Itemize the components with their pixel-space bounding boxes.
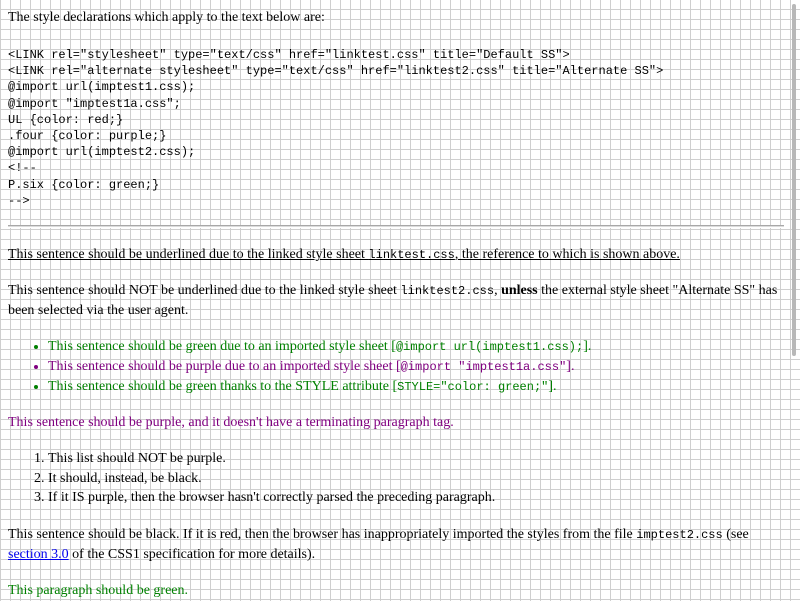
list-item: This list should NOT be purple. [48, 449, 784, 469]
unless-bold: unless [501, 283, 538, 299]
code-line: <LINK rel="alternate stylesheet" type="t… [8, 64, 664, 79]
vertical-scrollbar[interactable] [790, 0, 798, 600]
underlined-paragraph: This sentence should be underlined due t… [8, 245, 784, 265]
list-item-green-style-attr: This sentence should be green thanks to … [48, 377, 784, 397]
list-item-text: This sentence should be green due to an … [48, 339, 396, 355]
linktest2-code: linktest2.css [400, 284, 495, 299]
code-line: .four {color: purple;} [8, 129, 167, 144]
code-line: @import url(imptest1.css); [8, 80, 196, 95]
scrollbar-thumb[interactable] [792, 4, 796, 356]
list-item-end: ]. [566, 359, 575, 375]
intro-text: The style declarations which apply to th… [8, 10, 325, 25]
purple-paragraph: This sentence should be purple, and it d… [8, 415, 454, 431]
style-attr-code: STYLE="color: green;" [397, 380, 549, 395]
black-text: This sentence should be black. If it is … [8, 526, 637, 542]
list-item-green-import: This sentence should be green due to an … [48, 337, 784, 357]
code-line: <!-- [8, 161, 37, 176]
not-underlined-text: This sentence should NOT be underlined d… [8, 283, 401, 299]
code-line: P.six {color: green;} [8, 177, 160, 192]
list-item-text: This sentence should be green thanks to … [48, 379, 398, 395]
list-item: It should, instead, be black. [48, 469, 784, 489]
ordered-list: This list should NOT be purple. It shoul… [8, 449, 784, 508]
not-underlined-comma: , [494, 283, 502, 299]
import-code: @import "imptest1a.css" [400, 360, 567, 375]
list-item-end: ]. [583, 339, 592, 355]
code-line: @import "imptest1a.css"; [8, 96, 181, 111]
style-declarations-code: <LINK rel="stylesheet" type="text/css" h… [8, 47, 784, 209]
separator-rule [8, 225, 784, 229]
list-item-text: This sentence should be purple due to an… [48, 359, 401, 375]
code-line: @import url(imptest2.css); [8, 145, 196, 160]
black-paragraph: This sentence should be black. If it is … [8, 525, 784, 565]
green-paragraph: This paragraph should be green. [8, 582, 188, 598]
code-line: <LINK rel="stylesheet" type="text/css" h… [8, 48, 570, 62]
underlined-text-end: , the reference to which is shown above. [454, 247, 680, 263]
black-text-middle: (see [722, 526, 749, 542]
page-content: The style declarations which apply to th… [8, 0, 784, 601]
import-code: @import url(imptest1.css); [395, 340, 584, 355]
black-text-end: of the CSS1 specification for more detai… [68, 546, 316, 562]
section-3-link[interactable]: section 3.0 [8, 547, 69, 562]
underlined-text: This sentence should be underlined due t… [8, 247, 369, 263]
list-item-purple-import: This sentence should be purple due to an… [48, 357, 784, 377]
imports-list: This sentence should be green due to an … [8, 337, 784, 397]
not-underlined-paragraph: This sentence should NOT be underlined d… [8, 281, 784, 321]
code-line: UL {color: red;} [8, 112, 124, 127]
linktest-code: linktest.css [368, 248, 455, 263]
imptest2-code: imptest2.css [636, 527, 723, 542]
list-item: If it IS purple, then the browser hasn't… [48, 488, 784, 508]
list-item-end: ]. [548, 379, 557, 395]
code-line: --> [8, 193, 30, 208]
